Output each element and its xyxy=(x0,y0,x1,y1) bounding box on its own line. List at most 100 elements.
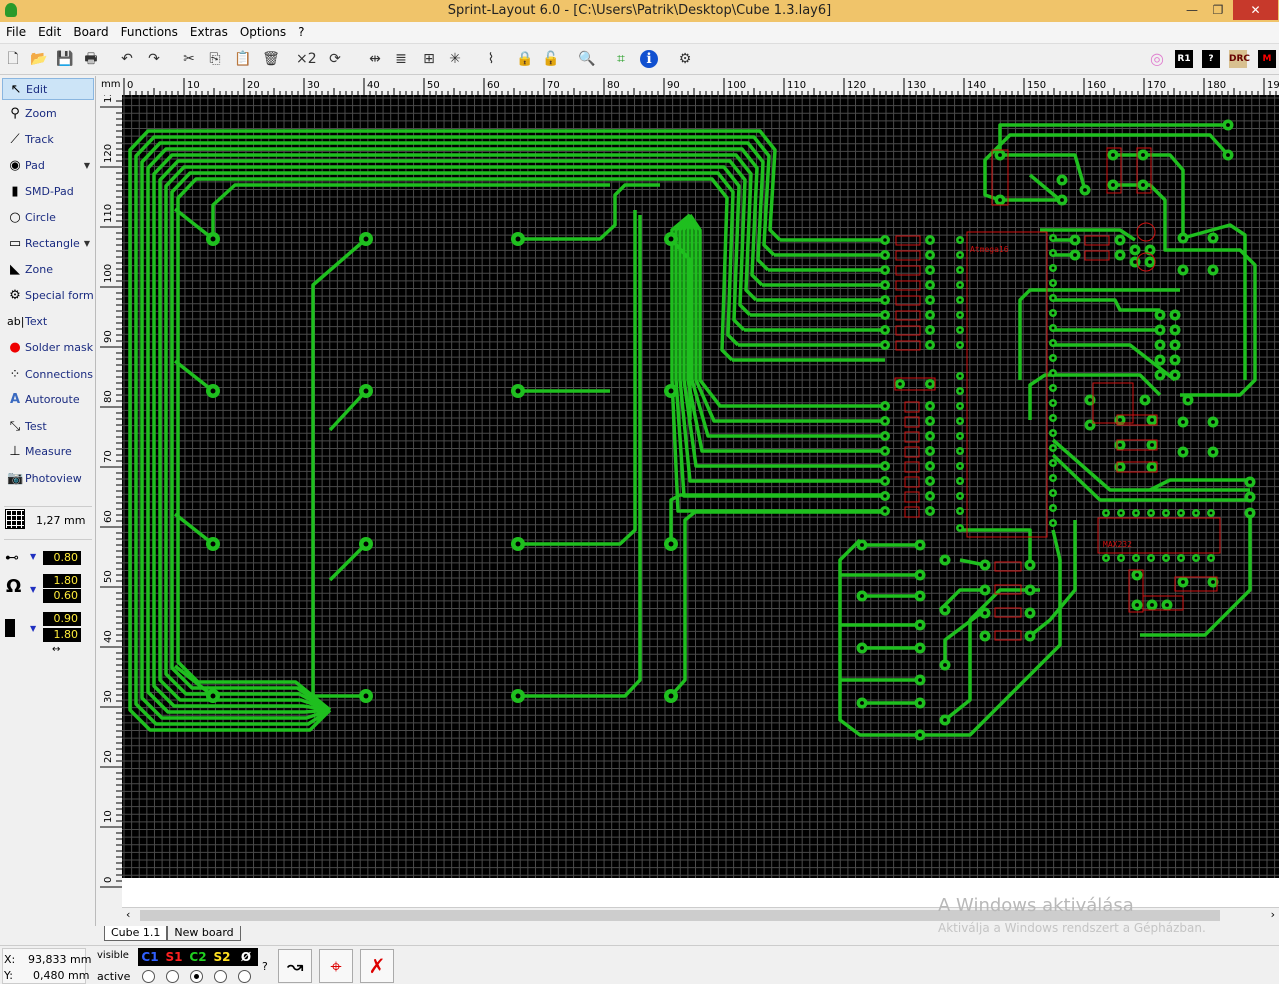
layer-visible-ø[interactable]: Ø xyxy=(234,948,258,966)
pad-hole xyxy=(928,434,932,438)
dropdown-arrow-icon[interactable]: ▼ xyxy=(84,155,90,177)
menu-file[interactable]: File xyxy=(0,22,32,42)
ruler-y-tick: 110 xyxy=(103,204,114,223)
tool-smd-pad[interactable]: ▮ SMD-Pad xyxy=(2,181,94,203)
restore-button[interactable]: ❐ xyxy=(1204,0,1232,20)
close-button[interactable]: ✕ xyxy=(1233,0,1278,20)
rotate-icon[interactable]: ⟳ xyxy=(326,50,344,68)
tool-measure[interactable]: ⊥ Measure xyxy=(2,441,94,463)
ring-icon[interactable]: ◎ xyxy=(1148,50,1166,68)
tool-connections[interactable]: ⁘ Connections xyxy=(2,364,94,386)
tab-new-board[interactable]: New board xyxy=(167,926,241,941)
lock-icon[interactable]: 🔒 xyxy=(516,50,534,68)
tool-rectangle[interactable]: ▭ Rectangle ▼ xyxy=(2,233,94,255)
unlock-icon[interactable]: 🔓 xyxy=(542,50,560,68)
smd-size-icon xyxy=(5,619,15,637)
tool-zoom[interactable]: ⚲ Zoom xyxy=(2,103,94,125)
tool-autoroute[interactable]: A Autoroute xyxy=(2,389,94,411)
dropdown-arrow-icon[interactable]: ▼ xyxy=(30,585,36,594)
pad-hole xyxy=(1134,556,1138,560)
tool-pad[interactable]: ◉ Pad ▼ xyxy=(2,155,94,177)
pcb-canvas[interactable]: Atmega16 MAX232 xyxy=(122,95,1279,878)
track-width-field[interactable]: 0.80 xyxy=(43,551,81,565)
scroll-left-icon[interactable]: ‹ xyxy=(126,908,130,921)
align-icon[interactable]: ≣ xyxy=(392,50,410,68)
tool-test[interactable]: ⤡ Test xyxy=(2,416,94,438)
pad-hole xyxy=(1051,521,1055,525)
menu-options[interactable]: Options xyxy=(234,22,292,42)
pad-hole xyxy=(943,608,947,612)
layer-active-radio-c2[interactable] xyxy=(190,970,203,983)
via-grid-icon[interactable]: ⚙ xyxy=(676,50,694,68)
dropdown-arrow-icon[interactable]: ▼ xyxy=(30,624,36,633)
ruler-x-tick: 180 xyxy=(1207,80,1226,91)
copy-icon[interactable]: ⎘ xyxy=(206,50,224,68)
crop-icon[interactable]: ⌗ xyxy=(612,50,630,68)
new-file-icon[interactable]: 🗋 xyxy=(4,50,22,68)
r1-icon[interactable]: R1 xyxy=(1175,50,1193,68)
layer-visible-c2[interactable]: C2 xyxy=(186,948,210,966)
pad-inner-field[interactable]: 0.60 xyxy=(43,589,81,603)
dropdown-arrow-icon[interactable]: ▼ xyxy=(30,552,36,561)
undo-icon[interactable]: ↶ xyxy=(118,50,136,68)
tool-circle[interactable]: ○ Circle xyxy=(2,207,94,229)
help-icon[interactable]: ? xyxy=(262,960,268,973)
pad-hole xyxy=(1194,511,1198,515)
layer-visible-s2[interactable]: S2 xyxy=(210,948,234,966)
pad-hole xyxy=(1051,341,1055,345)
swap-icon[interactable]: ↔ xyxy=(52,644,60,655)
snap-button[interactable]: ⌖ xyxy=(319,949,353,983)
menu-functions[interactable]: Functions xyxy=(115,22,184,42)
drc-icon[interactable]: DRC xyxy=(1229,50,1250,68)
pad-hole xyxy=(918,646,922,650)
layer-active-radio-c1[interactable] xyxy=(142,970,155,983)
pad-outer-field[interactable]: 1.80 xyxy=(43,574,81,588)
layer-visible-s1[interactable]: S1 xyxy=(162,948,186,966)
tool-zone[interactable]: ◣ Zone xyxy=(2,259,94,281)
mirror-icon[interactable]: ⇹ xyxy=(366,50,384,68)
rubberband-button[interactable]: ↝ xyxy=(278,949,312,983)
tool-special-form[interactable]: ⚙ Special form xyxy=(2,285,94,307)
print-icon[interactable]: 🖶 xyxy=(82,50,100,68)
smd-width-field[interactable]: 0.90 xyxy=(43,612,81,626)
layer-active-radio-ø[interactable] xyxy=(238,970,251,983)
tool-photoview[interactable]: 📷 Photoview xyxy=(2,468,94,490)
menu-edit[interactable]: Edit xyxy=(32,22,67,42)
layer-active-radio-s2[interactable] xyxy=(214,970,227,983)
tool-text[interactable]: ab| Text xyxy=(2,311,94,333)
ruler-y-tick: 0 xyxy=(103,877,114,883)
minimize-button[interactable]: — xyxy=(1178,0,1206,20)
open-folder-icon[interactable]: 📂 xyxy=(30,50,48,68)
menu-help[interactable]: ? xyxy=(292,22,310,42)
menu-extras[interactable]: Extras xyxy=(184,22,234,42)
pad-hole xyxy=(1173,358,1177,362)
paste-icon[interactable]: 📋 xyxy=(234,50,252,68)
pad-hole xyxy=(1149,511,1153,515)
cut-icon[interactable]: ✂ xyxy=(180,50,198,68)
delete-icon[interactable]: 🗑 xyxy=(262,50,280,68)
zoom-icon[interactable]: 🔍 xyxy=(578,50,596,68)
info-icon[interactable]: ℹ xyxy=(640,50,658,68)
grid-icon[interactable] xyxy=(5,509,25,529)
tab-cube-1-1[interactable]: Cube 1.1 xyxy=(104,926,168,941)
duplicate-icon[interactable]: ×2 xyxy=(296,50,317,68)
explode-icon[interactable]: ✳ xyxy=(446,50,464,68)
smd-height-field[interactable]: 1.80 xyxy=(43,628,81,642)
test-icon[interactable]: ? xyxy=(1202,50,1220,68)
tool-solder-mask[interactable]: ● Solder mask xyxy=(2,337,94,359)
menu-board[interactable]: Board xyxy=(67,22,114,42)
scroll-right-icon[interactable]: › xyxy=(1271,908,1275,921)
redo-icon[interactable]: ↷ xyxy=(145,50,163,68)
airwires-button[interactable]: ✗ xyxy=(360,949,394,983)
grid-size[interactable]: 1,27 mm xyxy=(36,514,85,527)
tool-track[interactable]: ⟋ Track xyxy=(2,129,94,151)
group-icon[interactable]: ⊞ xyxy=(420,50,438,68)
layer-active-radio-s1[interactable] xyxy=(166,970,179,983)
tool-edit[interactable]: ↖ Edit xyxy=(2,78,94,100)
pad-hole xyxy=(668,388,674,394)
dropdown-arrow-icon[interactable]: ▼ xyxy=(84,233,90,255)
save-icon[interactable]: 💾 xyxy=(56,50,74,68)
connect-icon[interactable]: ⌇ xyxy=(482,50,500,68)
layer-visible-c1[interactable]: C1 xyxy=(138,948,162,966)
macro-icon[interactable]: M xyxy=(1258,50,1276,68)
